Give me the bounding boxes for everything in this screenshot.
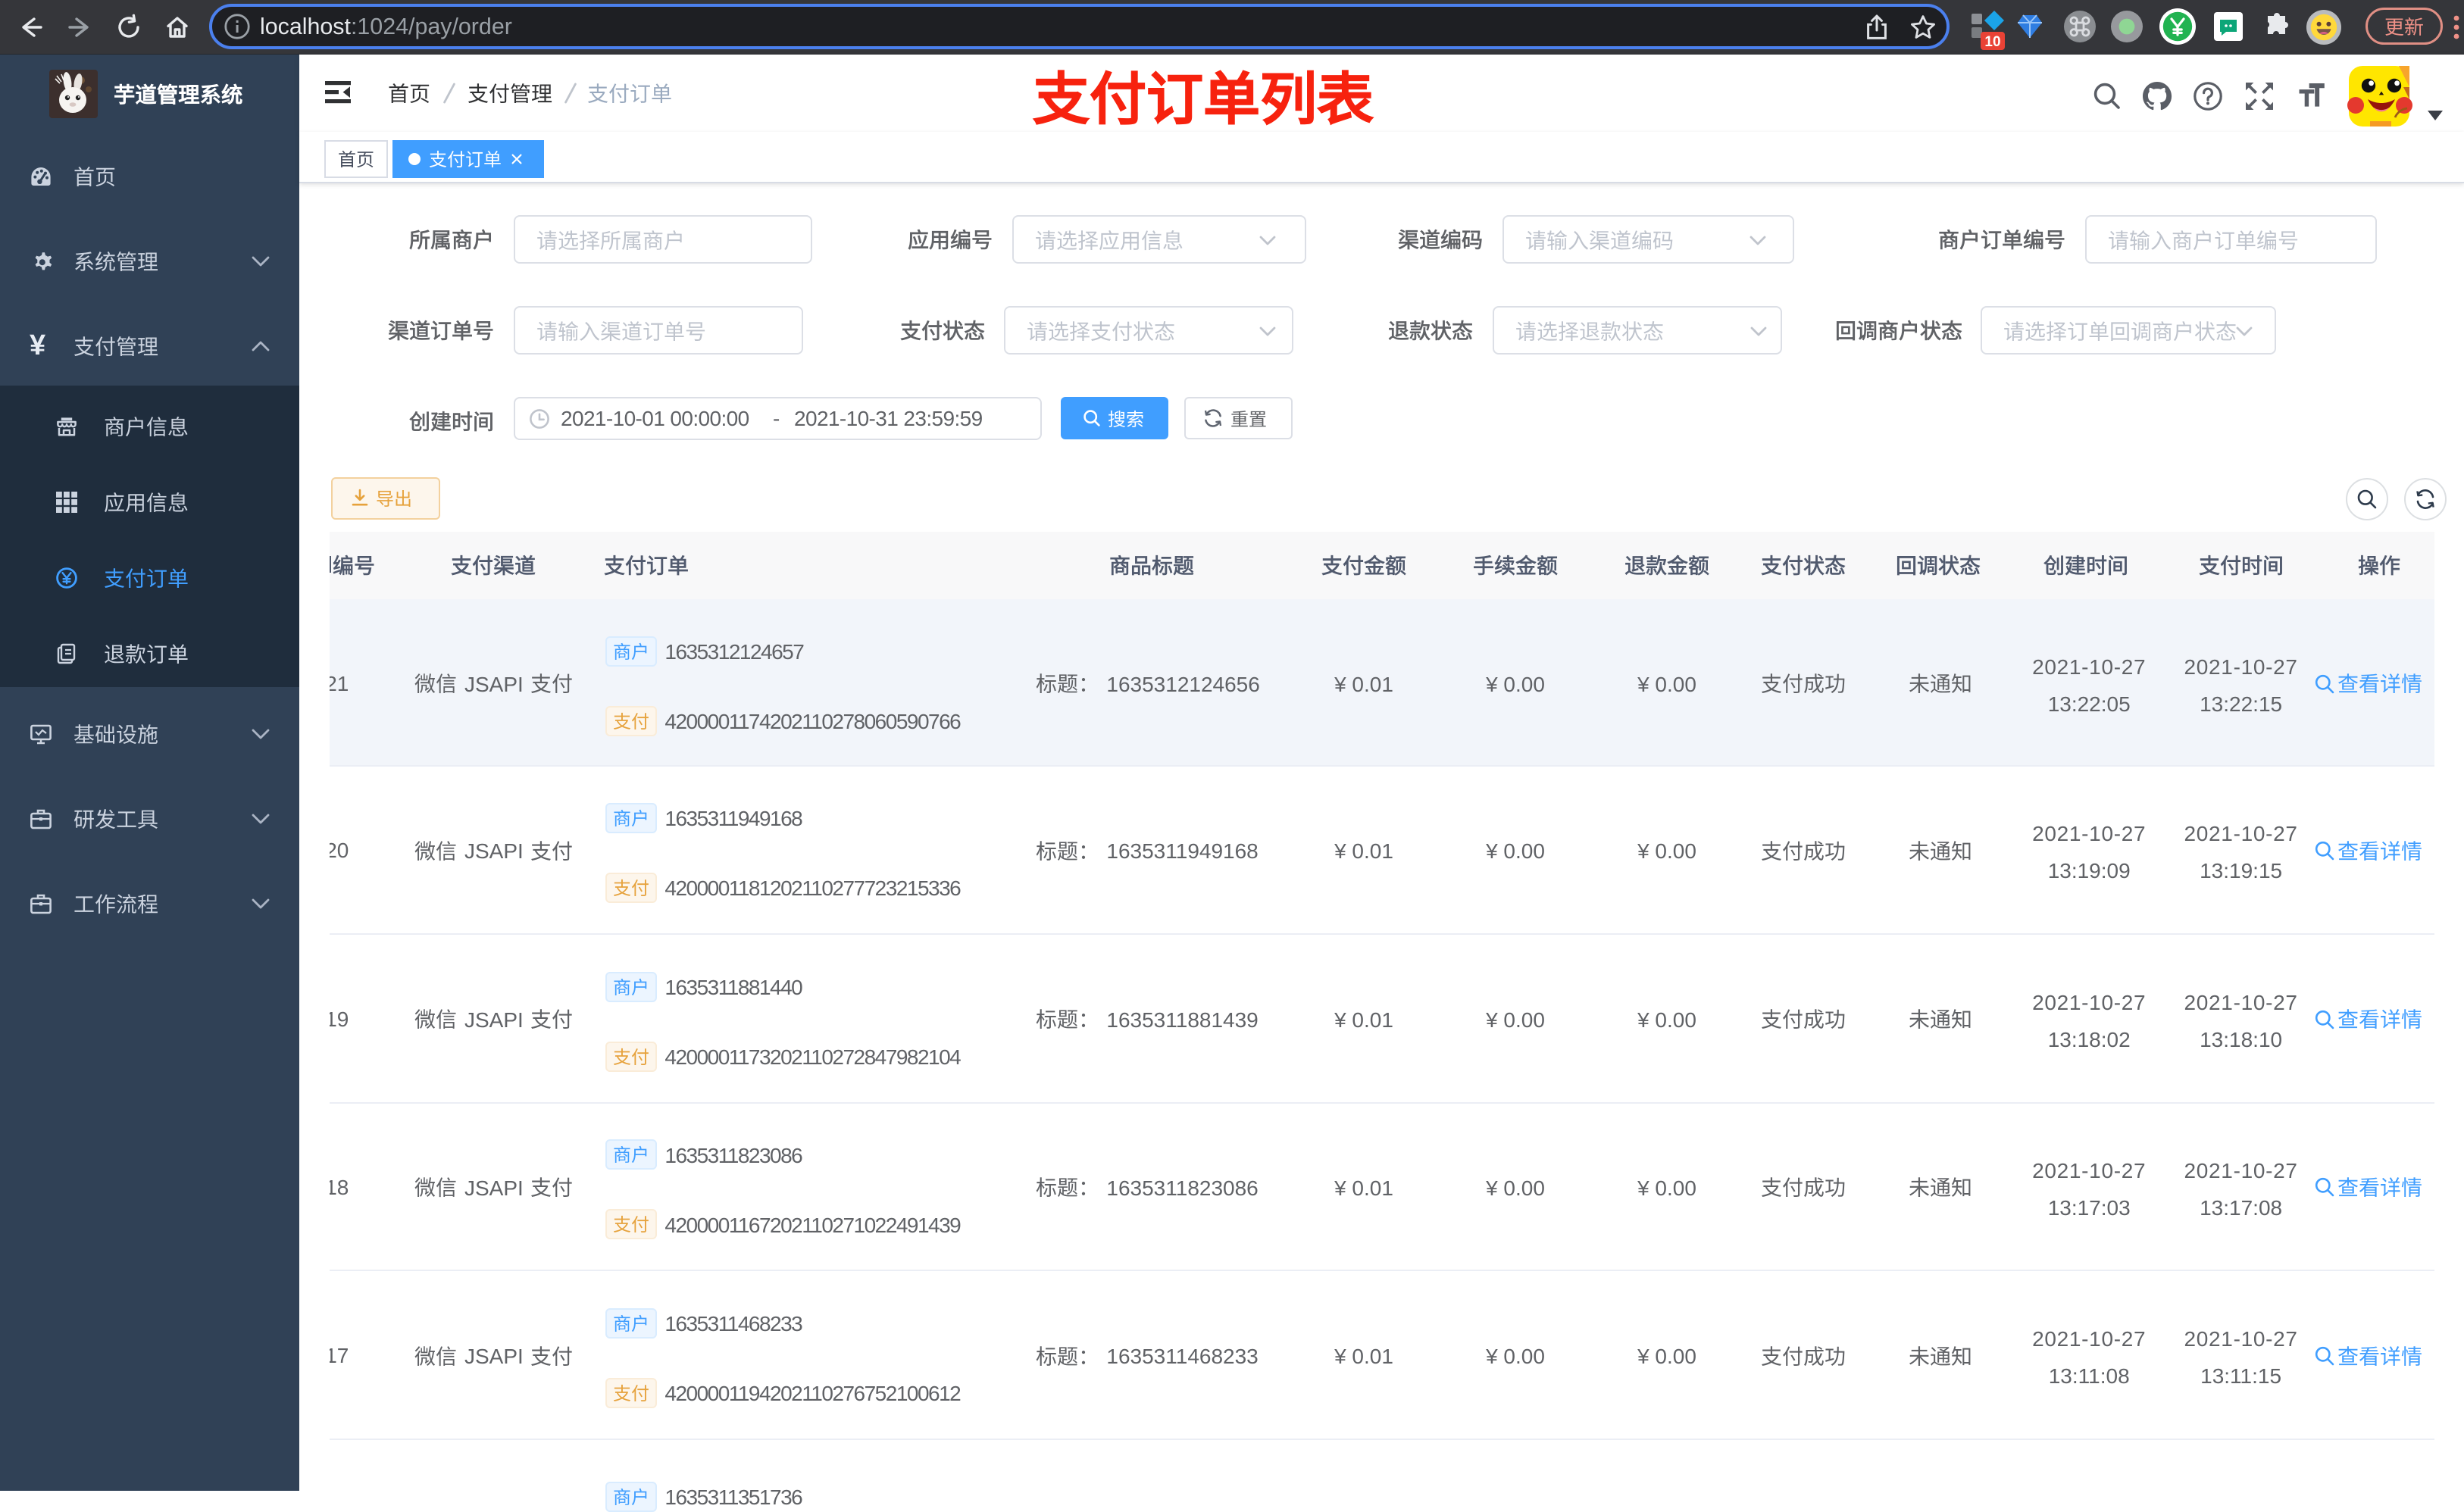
- svg-text:10: 10: [1984, 34, 2000, 50]
